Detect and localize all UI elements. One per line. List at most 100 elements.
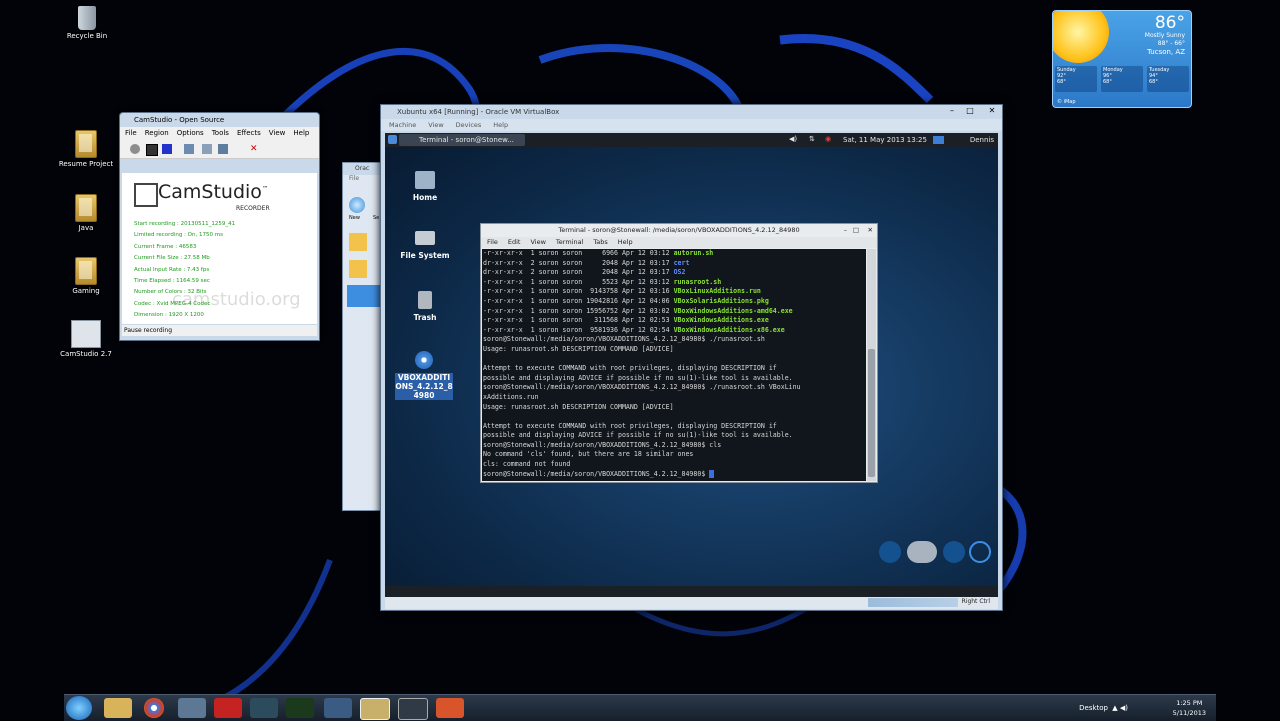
stat-line: Time Elapsed : 1164.59 sec [134,278,210,285]
desktop-icon-gaming[interactable]: Gaming [56,257,116,296]
volume-icon[interactable]: ◀) [789,135,797,143]
maximize-button[interactable]: □ [962,105,978,117]
listing-row-filename: VBoxWindowsAdditions-x86.exe [673,325,785,334]
menu-item-devices[interactable]: Devices [456,119,482,131]
menu-item-region[interactable]: Region [145,128,169,139]
new-icon[interactable] [349,197,365,213]
virtualbox-window[interactable]: Xubuntu x64 [Running] - Oracle VM Virtua… [380,104,1003,611]
applications-menu-icon[interactable] [388,135,397,144]
guest-icon-filesystem[interactable]: File System [395,231,455,260]
listing-row: -r-xr-xr-x 1 soron soron 15956752 Apr 12… [483,307,866,317]
desktop-toolbar[interactable]: Desktop [1079,695,1108,721]
panel-user[interactable]: Dennis [970,133,994,147]
menu-item-view[interactable]: View [269,128,286,139]
guest-icon-home[interactable]: Home [395,171,455,202]
menu-item-edit[interactable]: Edit [508,237,521,248]
listing-row-filename: VBoxWindowsAdditions-amd64.exe [673,306,793,315]
desktop-icon-label: Java [78,224,94,232]
razer-icon[interactable] [286,698,314,718]
virtualbox-icon[interactable] [324,698,352,718]
output-line: soron@Stonewall:/media/soron/VBOXADDITIO… [483,335,765,344]
camstudio-titlebar[interactable]: CamStudio - Open Source [120,113,319,127]
listing-row-perms: -r-xr-xr-x 1 soron soron 9581936 Apr 12 … [483,325,674,334]
minimize-button[interactable]: – [844,224,847,237]
listing-row-filename: VBoxWindowsAdditions.exe [673,316,769,325]
menu-item-terminal[interactable]: Terminal [556,237,583,248]
menu-item-help[interactable]: Help [618,237,633,248]
vm-list-icon[interactable] [349,233,367,251]
guest-icon-vboxadditions[interactable]: VBOXADDITIONS_4.2.12_84980 [395,351,453,400]
weather-temperature: 86° [1154,13,1185,33]
close-button[interactable]: ✕ [984,105,1000,117]
desktop-icon-resume-project[interactable]: Resume Project [56,130,116,169]
taskbar-button-terminal[interactable]: Terminal - soron@Stonew... [399,134,525,146]
close-button[interactable]: ✕ [868,224,873,237]
menu-item-options[interactable]: Options [177,128,204,139]
terminal-scrollbar[interactable] [867,249,876,481]
annotation-icon[interactable]: ✕ [250,144,260,154]
desktop-icon-java[interactable]: Java [56,194,116,233]
stop-button[interactable] [162,144,172,154]
device-status-icons[interactable] [868,598,958,607]
listing-row-perms: dr-xr-xr-x 2 soron soron 2048 Apr 12 03:… [483,258,674,267]
minimize-button[interactable]: – [944,105,960,117]
tray-icons[interactable]: ▲ ◀) [1112,695,1128,721]
output-line: possible and displaying ADVICE if possib… [483,431,793,440]
host-key-label: Right Ctrl [961,598,990,605]
desktop-icon-recycle-bin[interactable]: Recycle Bin [57,6,117,41]
camstudio-window[interactable]: CamStudio - Open Source File Region Opti… [119,112,320,341]
region-icon[interactable] [184,144,194,154]
workspace-dot [879,541,901,563]
workspace-switcher[interactable] [933,136,944,144]
maximize-button[interactable]: □ [853,224,859,237]
camstudio-info-panel: CamStudio™ RECORDER camstudio.org Start … [122,173,317,324]
menu-item-file[interactable]: File [125,128,137,139]
output-line: Usage: runasroot.sh DESCRIPTION COMMAND … [483,344,674,353]
app-icon[interactable] [398,698,428,720]
menu-item-tools[interactable]: Tools [212,128,229,139]
menu-item-tabs[interactable]: Tabs [593,237,607,248]
guest-icon-label: File System [400,251,450,260]
listing-row: dr-xr-xr-x 2 soron soron 2048 Apr 12 03:… [483,259,866,269]
output-line: soron@Stonewall:/media/soron/VBOXADDITIO… [483,440,722,449]
update-icon[interactable]: ◉ [825,135,831,143]
logo-trademark: ™ [261,185,268,193]
terminal-output[interactable]: -r-xr-xr-x 1 soron soron 6966 Apr 12 03:… [482,249,866,481]
menu-item-view[interactable]: View [530,237,545,248]
folder-icon [75,130,97,158]
menu-item-help[interactable]: Help [293,128,309,139]
xfce-bottom-panel [385,586,998,597]
terminal-window[interactable]: Terminal - soron@Stonewall: /media/soron… [480,223,878,483]
virtualbox-titlebar[interactable]: Xubuntu x64 [Running] - Oracle VM Virtua… [381,105,1002,119]
app-icon[interactable] [436,698,464,718]
menu-item-view[interactable]: View [428,119,443,131]
chrome-icon[interactable] [144,698,164,718]
mail-icon[interactable] [178,698,206,718]
menu-item-help[interactable]: Help [493,119,508,131]
pause-button[interactable] [146,144,158,156]
select-label: Se [373,215,380,221]
start-button[interactable] [66,696,92,720]
app-icon[interactable] [250,698,278,718]
desktop-icon-camstudio[interactable]: CamStudio 2.7 [56,320,116,359]
vm-list-icon[interactable] [349,260,367,278]
menu-item-machine[interactable]: Machine [389,119,416,131]
menu-item-effects[interactable]: Effects [237,128,261,139]
app-icon[interactable] [214,698,242,718]
camstudio-taskbar-icon[interactable] [360,698,390,720]
options-icon[interactable] [202,144,212,154]
weather-gadget[interactable]: 86° Mostly Sunny 88° - 66° Tucson, AZ Su… [1052,10,1192,108]
scrollbar-thumb[interactable] [868,349,875,477]
settings-icon[interactable] [218,144,228,154]
logo-text: CamStudio [158,181,262,203]
guest-desktop[interactable]: Terminal - soron@Stonew... ◀) ⇅ ◉ Sat, 1… [385,133,998,597]
menu-item-file[interactable]: File [487,237,498,248]
network-icon[interactable]: ⇅ [809,135,815,143]
panel-clock[interactable]: Sat, 11 May 2013 13:25 [843,133,927,147]
record-button[interactable] [130,144,140,154]
explorer-icon[interactable] [104,698,132,718]
guest-icon-trash[interactable]: Trash [395,291,455,322]
taskbar-clock[interactable]: 1:25 PM 5/11/2013 [1173,698,1206,718]
terminal-titlebar[interactable]: Terminal - soron@Stonewall: /media/soron… [481,224,877,237]
